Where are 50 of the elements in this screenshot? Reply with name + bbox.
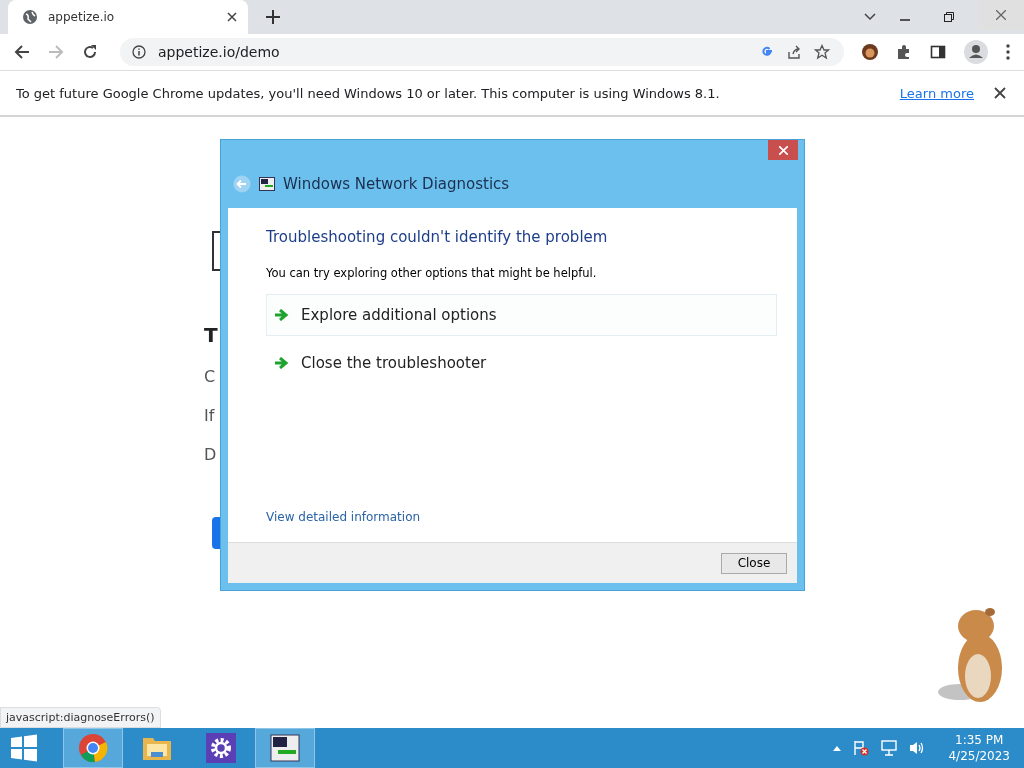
close-icon (778, 145, 788, 155)
side-panel-icon[interactable] (930, 44, 946, 60)
dialog-heading: Troubleshooting couldn't identify the problem (266, 228, 609, 246)
chrome-icon (78, 733, 108, 763)
star-icon[interactable] (814, 44, 830, 60)
update-message: To get future Google Chrome updates, you'll need Windows 10 or later. This computer is using Windows 8.1. (16, 85, 720, 101)
clock-date: 4/25/2023 (948, 749, 1010, 763)
arrow-icon (275, 309, 289, 321)
chevron-up-icon[interactable] (833, 745, 842, 751)
restore-icon[interactable] (944, 12, 954, 22)
avatar-icon[interactable] (862, 44, 878, 60)
page-text: T (204, 323, 218, 347)
chevron-down-icon[interactable] (864, 13, 876, 21)
status-bubble: javascript:diagnoseErrors() (0, 707, 161, 728)
clock-time: 1:35 PM (955, 733, 1004, 747)
gear-icon (206, 733, 236, 763)
network-icon[interactable] (881, 740, 898, 756)
close-icon[interactable] (994, 87, 1006, 99)
page-text: D (204, 445, 218, 464)
close-button[interactable] (768, 140, 798, 160)
speaker-icon[interactable] (909, 740, 926, 756)
monitor-icon (270, 734, 300, 762)
taskbar-app[interactable] (256, 729, 314, 767)
address-bar[interactable]: appetize.io/demo (120, 38, 844, 66)
option-link[interactable]: Explore additional options (266, 294, 777, 336)
flag-icon[interactable] (853, 740, 870, 756)
back-icon[interactable] (14, 44, 30, 60)
arrow-icon (275, 357, 289, 369)
browser-tab[interactable]: appetize.io (8, 0, 248, 34)
network-icon (259, 177, 275, 191)
puzzle-icon[interactable] (896, 44, 912, 60)
reload-icon[interactable] (82, 44, 98, 60)
option-link[interactable]: Close the troubleshooter (266, 342, 777, 384)
start-icon[interactable] (10, 734, 38, 762)
info-icon (132, 45, 146, 59)
profile-icon[interactable] (964, 40, 988, 64)
google-icon[interactable] (760, 45, 774, 59)
dialog-message: You can try exploring other options that might be helpful. (266, 266, 598, 280)
close-icon[interactable] (226, 11, 238, 23)
globe-icon (22, 9, 38, 25)
close-button[interactable]: Close (721, 552, 787, 574)
details-link[interactable]: View detailed information (266, 510, 777, 524)
new-tab-icon[interactable] (266, 10, 280, 24)
page-text: C (204, 367, 217, 386)
share-icon[interactable] (786, 44, 802, 60)
page-text: If (204, 406, 216, 425)
window-title: Windows Network Diagnostics (283, 175, 510, 193)
menu-icon[interactable] (1006, 44, 1010, 60)
learn-more-link[interactable]: Learn more (899, 85, 974, 101)
close-icon (996, 10, 1006, 20)
